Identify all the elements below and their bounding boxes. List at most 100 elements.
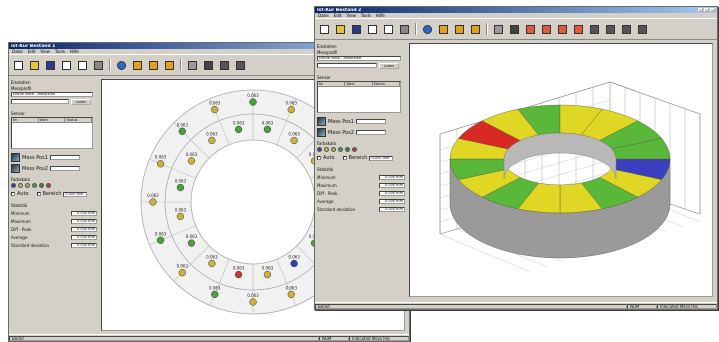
folder-a-button[interactable] <box>132 60 143 71</box>
measure-point[interactable] <box>290 259 298 268</box>
open-button[interactable] <box>335 24 346 35</box>
measure-point[interactable] <box>211 105 219 114</box>
sensor1-field[interactable] <box>49 155 80 160</box>
print-button[interactable] <box>399 24 410 35</box>
measure-point[interactable] <box>149 198 157 206</box>
auto-checkbox[interactable] <box>11 192 15 196</box>
close-button[interactable] <box>710 8 715 12</box>
link-button[interactable] <box>203 60 214 71</box>
grid-button[interactable] <box>187 60 198 71</box>
measure-point[interactable] <box>178 127 186 135</box>
measure-point[interactable] <box>156 160 165 168</box>
tool-b-button[interactable] <box>605 24 616 35</box>
grid-button[interactable] <box>493 24 504 35</box>
sensor-list[interactable]: Nr Wert Status <box>11 117 93 149</box>
minimize-button[interactable] <box>698 8 703 12</box>
tool-d-button[interactable] <box>637 24 648 35</box>
box-b-button[interactable] <box>541 24 552 35</box>
measure-point[interactable] <box>234 270 243 279</box>
tool-a-button[interactable] <box>219 60 230 71</box>
profile-path-field[interactable] <box>317 63 377 68</box>
menu-file[interactable]: Datei <box>12 49 23 54</box>
range-checkbox[interactable] <box>342 156 347 160</box>
measure-point[interactable] <box>187 157 196 165</box>
column-value[interactable]: Wert <box>345 82 373 86</box>
folder-c-button[interactable] <box>164 60 175 71</box>
open-icon <box>336 24 345 34</box>
save-button[interactable] <box>45 60 56 71</box>
open-button[interactable] <box>29 60 40 71</box>
menu-help[interactable]: Hilfe <box>376 13 385 18</box>
load-button[interactable]: Laden <box>71 99 91 105</box>
measure-point[interactable] <box>263 270 272 279</box>
paste-button[interactable] <box>383 24 394 35</box>
box-a-button[interactable] <box>525 24 536 35</box>
menu-tools[interactable]: Tools <box>361 13 371 18</box>
measure-point[interactable] <box>287 105 295 114</box>
box-d-button[interactable] <box>573 24 584 35</box>
measure-point[interactable] <box>249 298 257 306</box>
tool-b-button[interactable] <box>235 60 246 71</box>
measure-point[interactable] <box>178 269 186 277</box>
measure-point[interactable] <box>249 98 257 106</box>
measure-point[interactable] <box>176 212 185 221</box>
range-field[interactable]: 0.000 mm <box>63 191 88 197</box>
sensor-list[interactable]: Nr Wert Status <box>317 81 401 113</box>
legend-swatch <box>324 147 329 152</box>
auto-checkbox[interactable] <box>317 156 321 160</box>
menu-file[interactable]: Datei <box>318 13 329 18</box>
range-field[interactable]: 0.000 mm <box>369 155 394 161</box>
menu-edit[interactable]: Edit <box>28 49 36 54</box>
folder-b-button[interactable] <box>148 60 159 71</box>
tool-a-button[interactable] <box>589 24 600 35</box>
link-button[interactable] <box>509 24 520 35</box>
new-button[interactable] <box>319 24 330 35</box>
measure-point[interactable] <box>187 239 196 247</box>
measure-label: 0.063 <box>209 101 221 106</box>
sensor2-field[interactable] <box>355 130 386 135</box>
sensor1-field[interactable] <box>355 119 386 124</box>
print-button[interactable] <box>93 60 104 71</box>
measure-point[interactable] <box>208 259 216 268</box>
measure-point[interactable] <box>211 290 219 299</box>
column-status[interactable]: Status <box>65 118 93 122</box>
column-value[interactable]: Wert <box>39 118 66 122</box>
measure-point[interactable] <box>290 136 298 145</box>
info-button[interactable] <box>116 60 127 71</box>
paste-button[interactable] <box>77 60 88 71</box>
info-button[interactable] <box>422 24 433 35</box>
measure-point[interactable] <box>234 125 243 134</box>
profile-select[interactable]: Ebene Mitte - Messreihe <box>11 92 93 97</box>
measure-point[interactable] <box>176 183 185 192</box>
tool-c-button[interactable] <box>621 24 632 35</box>
menu-view[interactable]: View <box>40 49 50 54</box>
measure-point[interactable] <box>263 125 272 134</box>
folder-a-button[interactable] <box>438 24 449 35</box>
profile-label: Messprofil <box>317 50 338 55</box>
status-num: NUM <box>627 303 657 309</box>
menu-edit[interactable]: Edit <box>334 13 342 18</box>
menu-view[interactable]: View <box>346 13 356 18</box>
folder-b-button[interactable] <box>454 24 465 35</box>
profile-path-field[interactable] <box>11 99 69 104</box>
measure-point[interactable] <box>208 136 216 145</box>
profile-select[interactable]: Ebene Mitte - Messreihe <box>317 56 401 61</box>
sensor2-field[interactable] <box>49 166 80 171</box>
column-nr[interactable]: Nr <box>318 82 346 86</box>
folder-c-button[interactable] <box>470 24 481 35</box>
maximize-button[interactable] <box>704 8 709 12</box>
copy-button[interactable] <box>61 60 72 71</box>
measure-point[interactable] <box>156 236 165 244</box>
measure-point[interactable] <box>287 290 295 299</box>
save-button[interactable] <box>351 24 362 35</box>
new-button[interactable] <box>13 60 24 71</box>
box-c-button[interactable] <box>557 24 568 35</box>
column-nr[interactable]: Nr <box>12 118 39 122</box>
copy-button[interactable] <box>367 24 378 35</box>
3d-viewport[interactable] <box>409 43 713 297</box>
load-button[interactable]: Laden <box>379 63 399 69</box>
range-checkbox[interactable] <box>36 192 41 196</box>
menu-help[interactable]: Hilfe <box>70 49 79 54</box>
column-status[interactable]: Status <box>373 82 400 86</box>
menu-tools[interactable]: Tools <box>55 49 65 54</box>
